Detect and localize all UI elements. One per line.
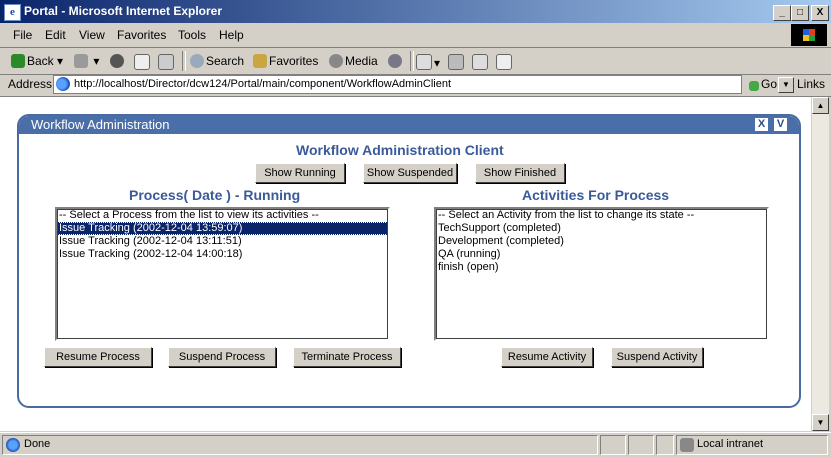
address-dropdown-icon[interactable]: ▼ (778, 77, 794, 93)
ie-app-icon: e (4, 4, 21, 21)
window-title: Portal - Microsoft Internet Explorer (24, 4, 223, 18)
list-option[interactable]: QA (running) (436, 248, 767, 261)
scroll-up-icon[interactable]: ▲ (812, 97, 829, 114)
resume-activity-button[interactable]: Resume Activity (501, 347, 593, 367)
home-icon (158, 54, 174, 70)
portlet-close-button[interactable]: X (755, 118, 768, 131)
process-heading: Process( Date ) - Running (129, 187, 301, 203)
process-listbox[interactable]: -- Select a Process from the list to vie… (55, 207, 390, 341)
list-option[interactable]: -- Select an Activity from the list to c… (436, 209, 767, 222)
close-button[interactable]: X (811, 5, 829, 21)
show-suspended-button[interactable]: Show Suspended (363, 163, 457, 183)
page-icon (56, 77, 70, 91)
edit-icon (472, 54, 488, 70)
print-icon (448, 54, 464, 70)
go-button[interactable]: Go (749, 77, 777, 91)
address-input[interactable]: http://localhost/Director/dcw124/Portal/… (53, 75, 794, 94)
zone-text: Local intranet (697, 438, 764, 450)
search-button[interactable]: Search (190, 54, 244, 68)
status-panel (628, 435, 654, 455)
window-title-bar[interactable]: e Portal - Microsoft Internet Explorer _… (0, 0, 831, 23)
mail-button[interactable]: ▾ (416, 54, 440, 70)
maximize-button[interactable]: □ (791, 5, 809, 21)
list-option[interactable]: Issue Tracking (2002-12-04 13:59:07) (57, 222, 388, 235)
favorites-button[interactable]: Favorites (253, 54, 318, 68)
address-bar: Address http://localhost/Director/dcw124… (0, 73, 831, 97)
portlet-title: Workflow Administration (31, 117, 170, 132)
portlet-minimize-button[interactable]: V (774, 118, 787, 131)
list-option[interactable]: Development (completed) (436, 235, 767, 248)
back-arrow-icon (11, 54, 25, 68)
search-icon (190, 54, 204, 68)
resume-process-button[interactable]: Resume Process (44, 347, 152, 367)
show-running-button[interactable]: Show Running (255, 163, 345, 183)
terminate-process-button[interactable]: Terminate Process (293, 347, 401, 367)
media-icon (329, 54, 343, 68)
refresh-icon (134, 54, 150, 70)
scroll-down-icon[interactable]: ▼ (812, 414, 829, 431)
activities-heading: Activities For Process (522, 187, 670, 203)
list-option[interactable]: TechSupport (completed) (436, 222, 767, 235)
history-icon (388, 54, 402, 68)
menu-tools[interactable]: Tools (178, 28, 206, 42)
edit-button[interactable] (472, 54, 490, 70)
address-url: http://localhost/Director/dcw124/Portal/… (74, 78, 452, 90)
windows-logo (791, 24, 827, 46)
back-button[interactable]: Back ▾ (11, 54, 63, 68)
activity-listbox[interactable]: -- Select an Activity from the list to c… (434, 207, 769, 341)
menu-help[interactable]: Help (219, 28, 244, 42)
forward-button[interactable]: ▾ (74, 54, 99, 68)
vertical-scrollbar[interactable]: ▲ ▼ (811, 97, 829, 431)
workflow-portlet: Workflow Administration X V Workflow Adm… (17, 114, 801, 408)
stop-button[interactable] (110, 54, 126, 68)
mail-icon (416, 54, 432, 70)
toolbar-separator (182, 51, 186, 71)
portlet-header: Workflow Administration X V (19, 116, 799, 134)
media-label: Media (345, 54, 378, 68)
suspend-process-button[interactable]: Suspend Process (168, 347, 276, 367)
list-option[interactable]: Issue Tracking (2002-12-04 13:11:51) (57, 235, 388, 248)
menu-favorites[interactable]: Favorites (117, 28, 166, 42)
list-option[interactable]: finish (open) (436, 261, 767, 274)
show-finished-button[interactable]: Show Finished (475, 163, 565, 183)
client-heading: Workflow Administration Client (296, 142, 504, 158)
minimize-button[interactable]: _ (773, 5, 791, 21)
status-panel (600, 435, 626, 455)
refresh-button[interactable] (134, 54, 152, 70)
discuss-icon (496, 54, 512, 70)
page-content: Workflow Administration X V Workflow Adm… (0, 97, 811, 431)
status-panel-main (2, 435, 598, 455)
history-button[interactable] (388, 54, 404, 68)
favorites-icon (253, 54, 267, 68)
menu-view[interactable]: View (79, 28, 105, 42)
standard-toolbar: Back ▾ ▾ Search Favorites Media ▾ (0, 47, 831, 75)
favorites-label: Favorites (269, 54, 319, 68)
go-arrow-icon (749, 81, 759, 91)
list-option[interactable]: -- Select a Process from the list to vie… (57, 209, 388, 222)
list-option[interactable]: Issue Tracking (2002-12-04 14:00:18) (57, 248, 388, 261)
search-label: Search (206, 54, 245, 68)
stop-icon (110, 54, 124, 68)
links-button[interactable]: Links (797, 77, 825, 91)
discuss-button[interactable] (496, 54, 514, 70)
go-label: Go (761, 77, 778, 91)
toolbar-separator (410, 51, 414, 71)
print-button[interactable] (448, 54, 466, 70)
media-button[interactable]: Media (329, 54, 378, 68)
address-label: Address (8, 77, 53, 91)
intranet-zone-icon (680, 438, 694, 452)
home-button[interactable] (158, 54, 176, 70)
forward-arrow-icon (74, 54, 88, 68)
menu-file[interactable]: File (13, 28, 32, 42)
windows-flag-icon (803, 29, 815, 41)
menu-bar: File Edit View Favorites Tools Help (0, 23, 831, 48)
back-label: Back (27, 54, 54, 68)
suspend-activity-button[interactable]: Suspend Activity (611, 347, 703, 367)
status-panel (656, 435, 674, 455)
menu-edit[interactable]: Edit (45, 28, 66, 42)
status-bar: Done Local intranet (0, 432, 831, 457)
